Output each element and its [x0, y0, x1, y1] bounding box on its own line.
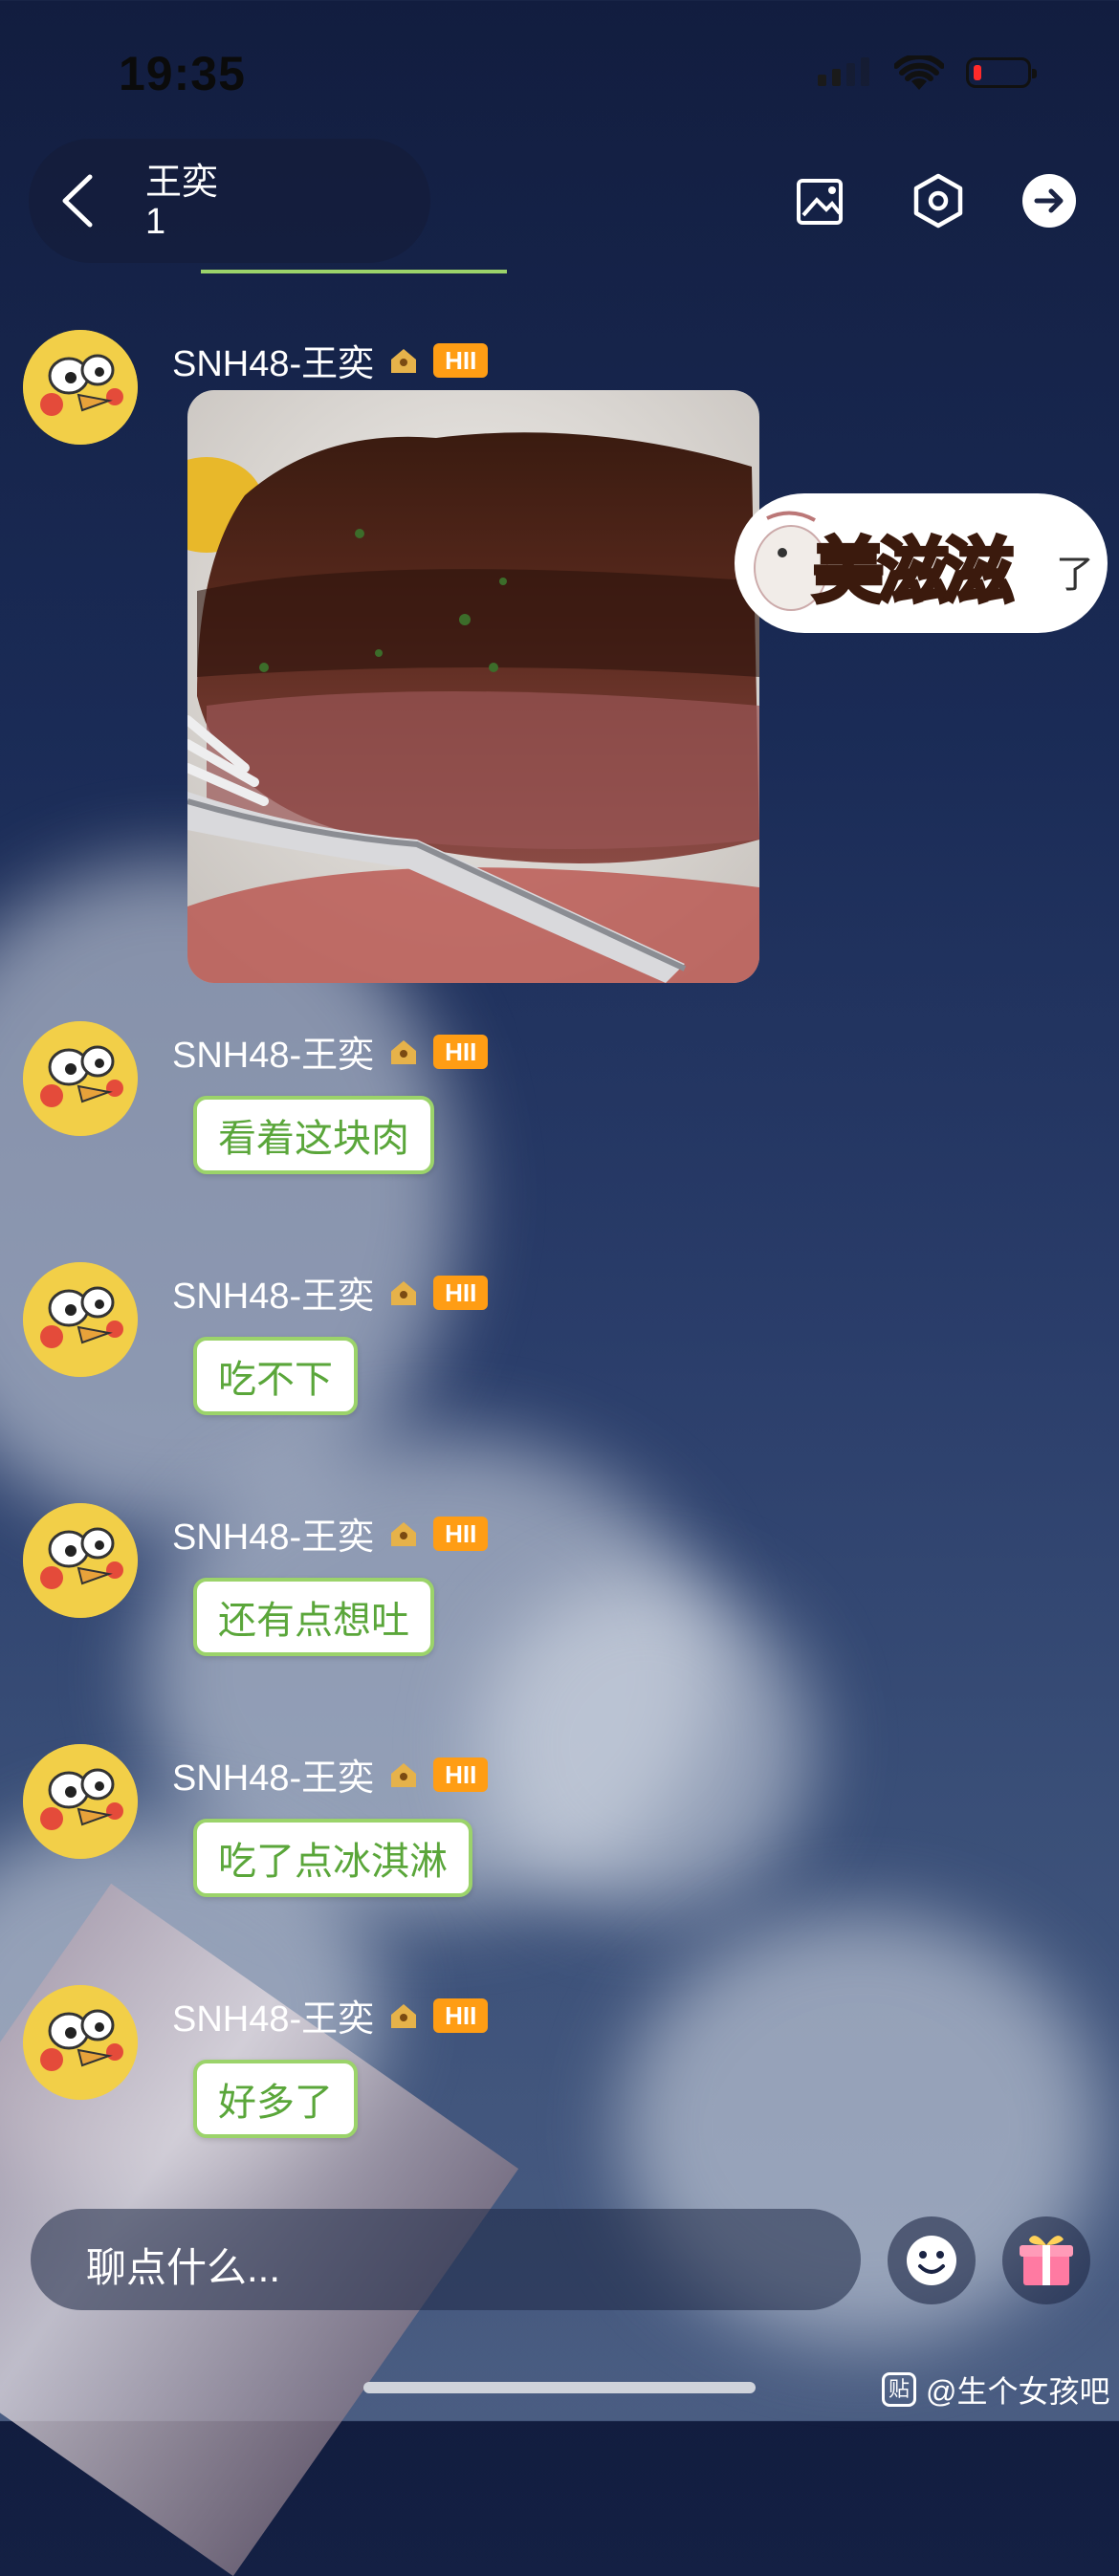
house-badge-icon	[391, 2003, 417, 2028]
sender-row: SNH48-王奕 HII	[172, 1989, 489, 2041]
message-bubble[interactable]: 吃不下	[193, 1337, 358, 1415]
avatar[interactable]	[23, 1985, 138, 2100]
back-chevron-icon[interactable]	[52, 169, 109, 232]
sticker-meizizi[interactable]: 美滋滋 了	[735, 493, 1108, 633]
house-badge-icon	[391, 1521, 417, 1546]
status-time: 19:35	[119, 47, 246, 100]
sender-row: SNH48-王奕 HII	[172, 1507, 489, 1560]
sticker-tail: 了	[1056, 554, 1094, 596]
wifi-icon	[894, 55, 944, 90]
home-indicator	[363, 2382, 756, 2393]
watermark: 贴 @生个女孩吧	[882, 2368, 1110, 2412]
sender-row: SNH48-王奕 HII	[172, 334, 489, 386]
house-badge-icon	[391, 1039, 417, 1064]
message-bubble[interactable]: 吃了点冰淇淋	[193, 1819, 472, 1897]
message-bubble[interactable]: 还有点想吐	[193, 1578, 434, 1656]
signal-icon	[818, 57, 869, 86]
message-input[interactable]: 聊点什么...	[31, 2209, 861, 2310]
level-badge: HII	[433, 1034, 489, 1069]
arrow-right-circle-icon[interactable]	[1018, 169, 1081, 232]
message-bubble[interactable]: 好多了	[193, 2060, 358, 2138]
avatar[interactable]	[23, 1503, 138, 1618]
house-badge-icon	[391, 1280, 417, 1305]
sender-name: SNH48-王奕	[172, 1036, 375, 1076]
chat-member-count: 1	[145, 202, 166, 242]
battery-icon	[966, 57, 1037, 88]
message-bubble[interactable]: 看着这块肉	[193, 1096, 434, 1174]
partial-bubble-decoration	[201, 260, 507, 273]
sender-row: SNH48-王奕 HII	[172, 1025, 489, 1078]
level-badge: HII	[433, 1275, 489, 1310]
gift-icon	[1020, 2236, 1073, 2285]
sender-name: SNH48-王奕	[172, 1999, 375, 2040]
level-badge: HII	[433, 342, 489, 378]
avatar[interactable]	[23, 1262, 138, 1377]
avatar[interactable]	[23, 330, 138, 445]
sender-name: SNH48-王奕	[172, 1517, 375, 1558]
sender-name: SNH48-王奕	[172, 1758, 375, 1799]
hexagon-settings-icon[interactable]	[907, 169, 970, 232]
sender-name: SNH48-王奕	[172, 344, 375, 384]
sender-name: SNH48-王奕	[172, 1277, 375, 1317]
image-icon[interactable]	[790, 169, 853, 232]
emoji-icon	[907, 2236, 956, 2285]
sticker-text: 美滋滋	[811, 529, 1016, 615]
sender-row: SNH48-王奕 HII	[172, 1266, 489, 1319]
emoji-button[interactable]	[888, 2216, 976, 2304]
avatar[interactable]	[23, 1744, 138, 1859]
sender-row: SNH48-王奕 HII	[172, 1748, 489, 1801]
watermark-text: @生个女孩吧	[926, 2374, 1110, 2409]
level-badge: HII	[433, 1757, 489, 1792]
level-badge: HII	[433, 1997, 489, 2033]
status-bar: 19:35	[0, 0, 1119, 143]
avatar[interactable]	[23, 1021, 138, 1136]
input-placeholder: 聊点什么...	[86, 2245, 281, 2290]
chat-header: 王奕 1	[29, 139, 1100, 263]
chat-title: 王奕	[145, 163, 219, 203]
gift-button[interactable]	[1002, 2216, 1090, 2304]
tieba-logo-icon: 贴	[882, 2372, 916, 2407]
steak-photo[interactable]	[187, 390, 759, 983]
level-badge: HII	[433, 1516, 489, 1551]
house-badge-icon	[391, 1762, 417, 1787]
house-badge-icon	[391, 348, 417, 373]
